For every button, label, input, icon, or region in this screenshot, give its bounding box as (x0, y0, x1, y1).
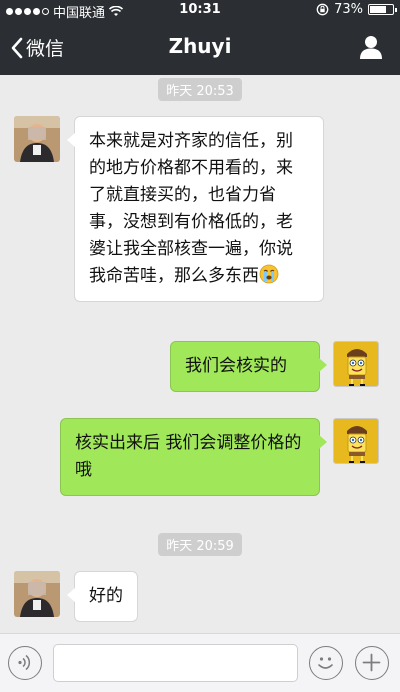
incoming-message-bubble[interactable]: 本来就是对齐家的信任，别的地方价格都不用看的，来了就直接买的，也省力省事，没想到… (67, 116, 324, 302)
timestamp-label: 昨天 20:53 (158, 78, 242, 101)
timestamp-label: 昨天 20:59 (158, 533, 242, 556)
outgoing-message-bubble[interactable]: 我们会核实的 (170, 341, 327, 392)
sponge-character-avatar-image (334, 419, 378, 463)
chat-message-list[interactable]: 昨天 20:53 本来就是对齐家的信任，别的地方价格都不用看的，来了就直接买的，… (0, 75, 400, 633)
message-timestamp: 昨天 20:53 (0, 78, 400, 101)
my-avatar[interactable] (333, 418, 379, 464)
outgoing-message-bubble[interactable]: 核实出来后 我们会调整价格的哦 (60, 418, 327, 496)
message-text: 本来就是对齐家的信任，别的地方价格都不用看的，来了就直接买的，也省力省事，没想到… (89, 131, 293, 286)
voice-icon (18, 654, 31, 671)
battery-icon (368, 4, 397, 15)
contact-avatar[interactable] (14, 116, 60, 162)
message-timestamp: 昨天 20:59 (0, 533, 400, 556)
contact-avatar[interactable] (14, 571, 60, 617)
crying-face-emoji-icon (259, 264, 279, 284)
emoji-icon (318, 657, 333, 669)
emoji-button[interactable] (309, 646, 343, 680)
rotation-lock-icon (316, 3, 329, 16)
contact-avatar-image (14, 571, 60, 617)
sponge-character-avatar-image (334, 342, 378, 386)
incoming-message-bubble[interactable]: 好的 (67, 571, 138, 622)
message-text: 我们会核实的 (185, 356, 287, 376)
message-text-input[interactable] (53, 644, 298, 682)
battery-fill (370, 6, 387, 13)
message-text: 好的 (89, 586, 123, 606)
more-options-button[interactable] (355, 646, 389, 680)
my-avatar[interactable] (333, 341, 379, 387)
battery-percent: 73% (334, 2, 363, 17)
navigation-bar: 微信 Zhuyi (0, 20, 400, 75)
status-right: 73% (316, 2, 397, 17)
chat-title: Zhuyi (168, 34, 232, 58)
voice-input-button[interactable] (8, 646, 42, 680)
message-input-bar (0, 633, 400, 692)
contact-avatar-image (14, 116, 60, 162)
status-bar: 中国联通 10:31 73% (0, 0, 400, 21)
contact-profile-icon[interactable] (356, 32, 386, 62)
plus-icon (362, 653, 381, 672)
message-text: 核实出来后 我们会调整价格的哦 (75, 433, 302, 480)
